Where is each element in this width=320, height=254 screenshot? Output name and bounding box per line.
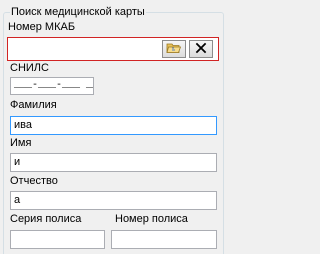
mkab-label: Номер МКАБ (8, 21, 76, 33)
policy-series-label: Серия полиса (10, 213, 82, 225)
mkab-input[interactable] (10, 40, 160, 58)
medical-card-search-panel: Поиск медицинской карты Номер МКАБ СНИЛС… (0, 0, 227, 254)
close-x-icon (195, 42, 207, 57)
policy-series-input[interactable] (10, 230, 105, 249)
patronymic-input[interactable]: а (10, 191, 217, 210)
snils-input[interactable]: ___-___-___ __ (10, 77, 94, 95)
first-name-label: Имя (10, 137, 32, 149)
snils-label: СНИЛС (10, 62, 49, 74)
first-name-input[interactable]: и (10, 153, 217, 172)
surname-input[interactable]: ива (10, 116, 217, 135)
surname-label: Фамилия (10, 99, 57, 111)
policy-number-input[interactable] (111, 230, 217, 249)
mkab-field (7, 37, 219, 61)
policy-number-label: Номер полиса (115, 213, 188, 225)
group-title: Поиск медицинской карты (11, 6, 145, 18)
patronymic-label: Отчество (10, 175, 58, 187)
folder-open-icon (166, 42, 182, 57)
clear-mkab-button[interactable] (189, 40, 213, 58)
open-mkab-button[interactable] (162, 40, 186, 58)
